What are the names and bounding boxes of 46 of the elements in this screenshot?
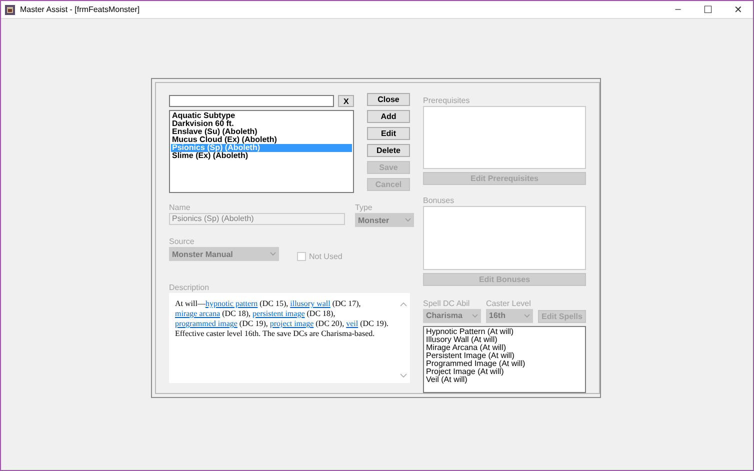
caret-icon — [472, 314, 478, 318]
field-label: Prerequisites — [423, 96, 471, 105]
spell-link[interactable]: persistent image — [252, 309, 305, 318]
close-button[interactable]: ✕ — [723, 4, 753, 16]
maximize-button[interactable]: ☐ — [693, 4, 723, 16]
list-item[interactable]: Darkvision 60 ft. — [171, 120, 352, 128]
spell-link[interactable]: programmed image — [175, 319, 238, 328]
window-title: Master Assist - [frmFeatsMonster] — [20, 5, 141, 14]
list-item[interactable]: Veil (At will) — [426, 376, 583, 384]
checkbox-label: Not Used — [309, 252, 342, 261]
list-item[interactable]: Mirage Arcana (At will) — [426, 344, 583, 352]
list-item[interactable]: Persistent Image (At will) — [426, 352, 583, 360]
action-button[interactable]: Edit — [367, 127, 410, 140]
list-item[interactable]: Programmed Image (At will) — [426, 360, 583, 368]
list-item[interactable]: Enslave (Su) (Aboleth) — [171, 128, 352, 136]
scroll-down-icon[interactable] — [400, 373, 407, 378]
spell-link[interactable]: mirage arcana — [175, 309, 220, 318]
list-item[interactable]: Mucus Cloud (Ex) (Aboleth) — [171, 136, 352, 144]
field-label: Caster Level — [486, 298, 532, 308]
spell-link[interactable]: hypnotic pattern — [205, 299, 258, 308]
search-field[interactable] — [169, 95, 334, 107]
field-label: Source — [169, 237, 196, 246]
action-button[interactable]: Add — [367, 110, 410, 123]
app-icon — [5, 4, 15, 14]
action-button[interactable]: Close — [367, 93, 410, 106]
caret-icon — [270, 252, 276, 256]
scroll-up-icon[interactable] — [400, 302, 407, 307]
list-item[interactable]: Aquatic Subtype — [171, 112, 352, 120]
field-label: Type — [355, 203, 374, 212]
spell-link[interactable]: illusory wall — [290, 299, 330, 308]
spell-link[interactable]: veil — [346, 319, 358, 328]
spell-link[interactable]: project image — [270, 319, 314, 328]
field-label: Name — [169, 203, 192, 212]
description-text: At will—hypnotic pattern (DC 15), illusory wall (DC 17), mirage arcana (DC 18), persistent image (DC 18), programmed image (DC 19), project image (DC 20), veil (DC 19). Effective caster level 16th. The save DCs are Charisma-based. — [175, 299, 390, 340]
caret-icon — [405, 218, 411, 222]
field-label: Spell DC Abil — [423, 298, 471, 308]
list-item[interactable]: Project Image (At will) — [426, 368, 583, 376]
action-button[interactable]: Delete — [367, 144, 410, 157]
clear-button[interactable]: X — [338, 95, 354, 107]
list-item[interactable]: Slime (Ex) (Aboleth) — [171, 152, 352, 160]
field-label: Bonuses — [423, 196, 456, 206]
list-item[interactable]: Hypnotic Pattern (At will) — [426, 328, 583, 336]
caret-icon — [524, 314, 530, 318]
minimize-button[interactable]: – — [663, 4, 693, 15]
list-item[interactable]: Illusory Wall (At will) — [426, 336, 583, 344]
field-label: Description — [169, 283, 210, 292]
